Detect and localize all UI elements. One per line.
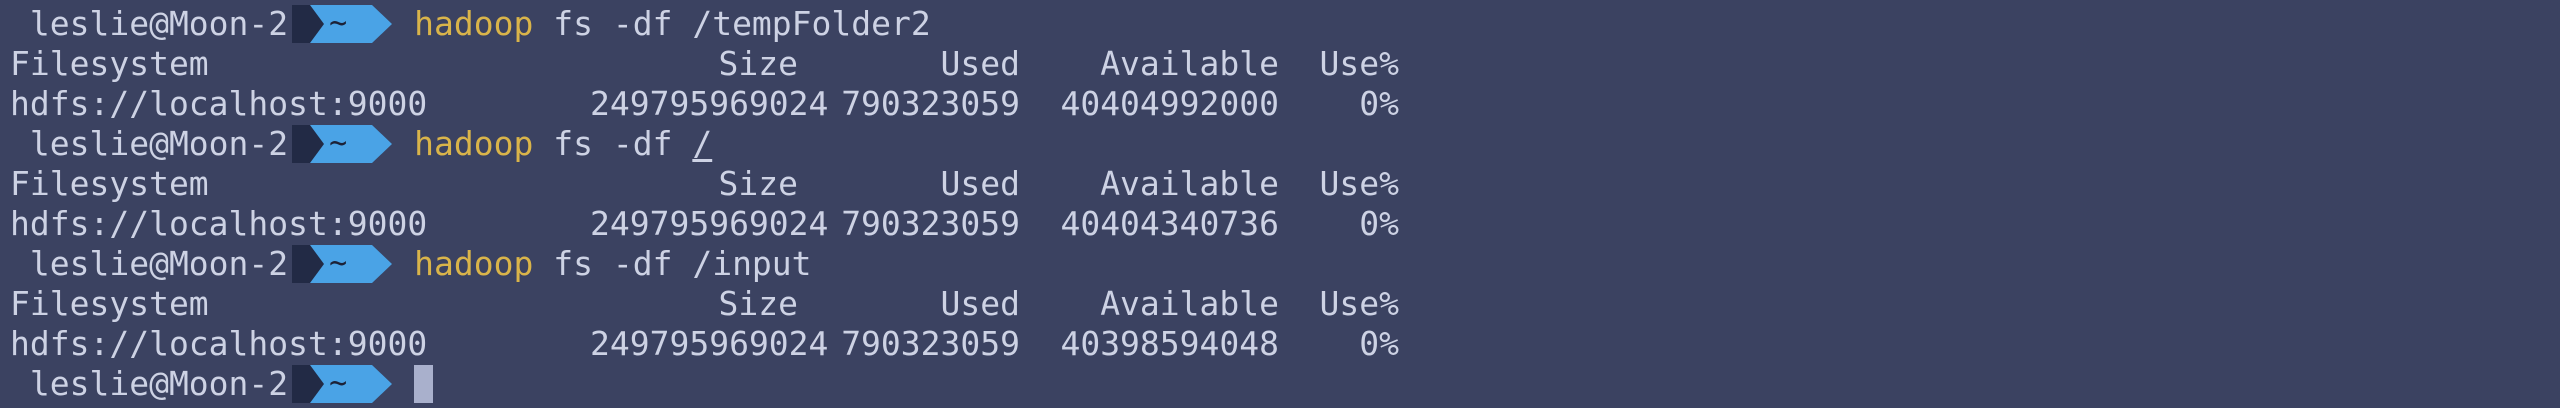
prompt-dir: ~ xyxy=(329,366,348,401)
command-args: fs -df xyxy=(533,244,693,283)
cell-used: 790323059 xyxy=(841,204,1020,243)
cell-available: 40404340736 xyxy=(1060,204,1279,243)
cell-used: 790323059 xyxy=(841,324,1020,363)
command-path: / xyxy=(692,124,713,163)
table-row: hdfs://localhost:9000 249795969024 79032… xyxy=(10,204,1399,244)
header-available: Available xyxy=(1100,164,1279,203)
cell-available: 40404992000 xyxy=(1060,84,1279,123)
command-name: hadoop xyxy=(414,244,534,283)
prompt-user-host: leslie@Moon-2 xyxy=(10,244,289,283)
prompt-dir: ~ xyxy=(329,126,348,161)
cell-use-percent: 0% xyxy=(1359,84,1399,123)
cell-size: 249795969024 xyxy=(590,84,829,123)
prompt-line-active[interactable]: leslie@Moon-2 ~ xyxy=(10,364,434,404)
cell-available: 40398594048 xyxy=(1060,324,1279,363)
prompt-line: leslie@Moon-2 ~ hadoop fs -df /tempFolde… xyxy=(10,4,931,44)
header-use-percent: Use% xyxy=(1319,44,1399,83)
command-args: fs -df xyxy=(533,124,693,163)
header-use-percent: Use% xyxy=(1319,284,1399,323)
cell-filesystem: hdfs://localhost:9000 xyxy=(10,84,428,123)
cell-size: 249795969024 xyxy=(590,204,829,243)
command-path: /input xyxy=(692,244,812,283)
prompt-directory-segment: ~ xyxy=(292,365,394,403)
prompt-directory-segment: ~ xyxy=(292,125,394,163)
table-row: hdfs://localhost:9000 249795969024 79032… xyxy=(10,324,1399,364)
header-available: Available xyxy=(1100,44,1279,83)
command-name: hadoop xyxy=(414,4,534,43)
cell-use-percent: 0% xyxy=(1359,204,1399,243)
prompt-user-host: leslie@Moon-2 xyxy=(10,4,289,43)
cell-size: 249795969024 xyxy=(590,324,829,363)
terminal-window[interactable]: leslie@Moon-2 ~ hadoop fs -df /tempFolde… xyxy=(0,0,2560,408)
prompt-user-host: leslie@Moon-2 xyxy=(10,364,289,403)
cell-filesystem: hdfs://localhost:9000 xyxy=(10,324,428,363)
cell-filesystem: hdfs://localhost:9000 xyxy=(10,204,428,243)
header-used: Used xyxy=(940,284,1020,323)
header-filesystem: Filesystem xyxy=(10,164,209,203)
cell-used: 790323059 xyxy=(841,84,1020,123)
header-size: Size xyxy=(718,44,798,83)
header-size: Size xyxy=(718,284,798,323)
command-name: hadoop xyxy=(414,124,534,163)
header-used: Used xyxy=(940,164,1020,203)
command-path: /tempFolder2 xyxy=(692,4,931,43)
prompt-dir: ~ xyxy=(329,246,348,281)
header-filesystem: Filesystem xyxy=(10,44,209,83)
header-size: Size xyxy=(718,164,798,203)
prompt-line: leslie@Moon-2 ~ hadoop fs -df / xyxy=(10,124,712,164)
table-header: Filesystem Size Used Available Use% xyxy=(10,164,1399,204)
table-header: Filesystem Size Used Available Use% xyxy=(10,44,1399,84)
command-args: fs -df xyxy=(533,4,693,43)
table-header: Filesystem Size Used Available Use% xyxy=(10,284,1399,324)
prompt-directory-segment: ~ xyxy=(292,245,394,283)
header-used: Used xyxy=(940,44,1020,83)
table-row: hdfs://localhost:9000 249795969024 79032… xyxy=(10,84,1399,124)
cell-use-percent: 0% xyxy=(1359,324,1399,363)
prompt-line: leslie@Moon-2 ~ hadoop fs -df /input xyxy=(10,244,812,284)
text-cursor[interactable] xyxy=(414,365,434,403)
header-use-percent: Use% xyxy=(1319,164,1399,203)
prompt-user-host: leslie@Moon-2 xyxy=(10,124,289,163)
header-available: Available xyxy=(1100,284,1279,323)
prompt-directory-segment: ~ xyxy=(292,5,394,43)
header-filesystem: Filesystem xyxy=(10,284,209,323)
prompt-dir: ~ xyxy=(329,6,348,41)
